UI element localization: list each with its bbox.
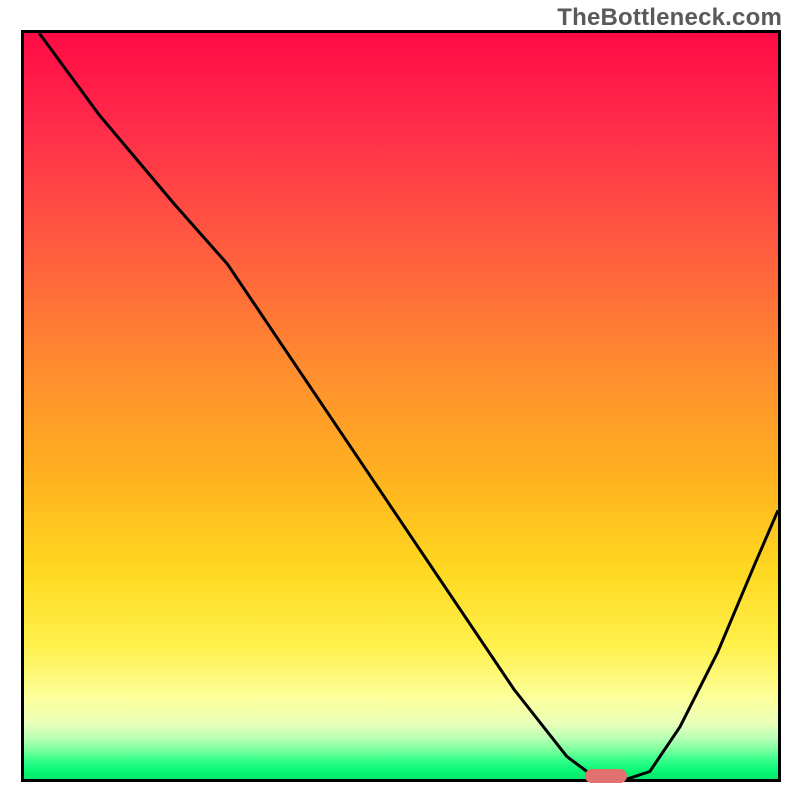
- chart-container: TheBottleneck.com: [0, 0, 800, 800]
- optimal-marker: [585, 769, 627, 784]
- curve-svg: [24, 33, 778, 779]
- plot-area: [21, 30, 781, 782]
- bottleneck-curve: [39, 33, 778, 779]
- watermark-text: TheBottleneck.com: [557, 4, 782, 32]
